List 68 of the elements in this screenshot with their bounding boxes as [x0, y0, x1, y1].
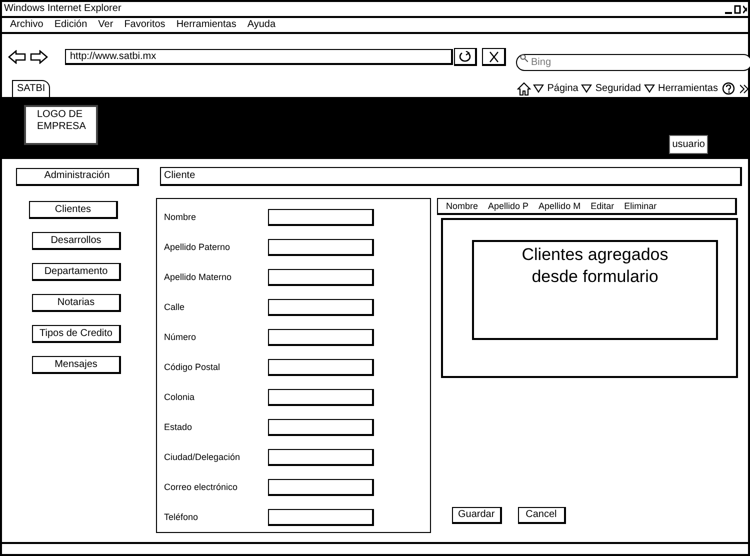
nav-button[interactable]: Tipos de Credito [32, 325, 121, 343]
field-label: Colonia [164, 392, 196, 402]
input-field[interactable] [268, 448, 374, 466]
field-label: Calle [164, 302, 186, 312]
maximize-icon[interactable] [734, 4, 741, 14]
input-field[interactable] [268, 418, 374, 436]
column-header: Nombre [446, 202, 478, 210]
address-field[interactable]: http://www.satbi.mx [65, 49, 453, 65]
nav-button[interactable]: Clientes [29, 201, 118, 219]
input-field[interactable] [268, 508, 374, 526]
column-header: Eliminar [624, 202, 657, 210]
back-arrow-icon[interactable] [8, 50, 26, 64]
stop-button[interactable] [482, 48, 506, 66]
command-menu[interactable]: Herramientas [658, 84, 718, 94]
action-button[interactable]: Cancel [518, 507, 566, 524]
field-label: Número [164, 332, 198, 342]
nav-button[interactable]: Departamento [32, 263, 121, 281]
window-title: Windows Internet Explorer [4, 4, 122, 14]
field-label: Ciudad/Delegación [164, 452, 242, 462]
close-icon [488, 50, 498, 62]
dropdown-triangle-icon[interactable] [581, 84, 592, 93]
menu-item[interactable]: Ver [98, 20, 114, 30]
field-label: Teléfono [164, 512, 200, 522]
dropdown-triangle-icon[interactable] [644, 84, 655, 93]
home-icon[interactable] [517, 82, 532, 96]
menu-item[interactable]: Favoritos [124, 20, 166, 30]
refresh-button[interactable] [454, 48, 477, 66]
command-menu[interactable]: Página [547, 84, 578, 94]
field-label: Apellido Paterno [164, 242, 232, 252]
input-field[interactable] [268, 238, 374, 256]
forward-arrow-icon[interactable] [30, 50, 48, 64]
field-label: Estado [164, 422, 194, 432]
field-label: Correo electrónico [164, 482, 239, 492]
help-icon[interactable] [722, 82, 735, 95]
refresh-icon [459, 51, 471, 62]
section-title: Cliente [164, 171, 196, 181]
close-icon[interactable] [743, 4, 747, 14]
logo-text: LOGO DE EMPRESA [37, 109, 85, 134]
field-label: Código Postal [164, 362, 222, 372]
input-field[interactable] [268, 388, 374, 406]
search-field[interactable]: Bing [516, 54, 750, 70]
field-label: Nombre [164, 212, 198, 222]
column-header: Apellido P [488, 202, 529, 210]
browser-tab[interactable]: SATBI [12, 80, 50, 97]
nav-button[interactable]: Mensajes [32, 356, 121, 374]
input-field[interactable] [268, 358, 374, 376]
user-button[interactable]: usuario [669, 135, 708, 154]
command-menu[interactable]: Seguridad [595, 84, 641, 94]
input-field[interactable] [268, 208, 374, 226]
menu-item[interactable]: Herramientas [176, 20, 236, 30]
input-field[interactable] [268, 298, 374, 316]
chevron-icon[interactable] [740, 84, 748, 94]
placeholder-text: Clientes agregados desde formulario [520, 244, 670, 288]
field-label: Apellido Materno [164, 272, 233, 282]
action-button[interactable]: Guardar [452, 507, 502, 524]
column-header: Editar [590, 202, 614, 210]
section-button[interactable]: Administración [16, 168, 139, 186]
menu-item[interactable]: Ayuda [247, 20, 276, 30]
column-header: Apellido M [538, 202, 581, 210]
menu-item[interactable]: Edición [54, 20, 88, 30]
nav-button[interactable]: Desarrollos [32, 232, 121, 250]
dropdown-triangle-icon[interactable] [533, 84, 544, 93]
search-icon [520, 54, 528, 62]
menu-item[interactable]: Archivo [10, 20, 44, 30]
input-field[interactable] [268, 268, 374, 286]
input-field[interactable] [268, 478, 374, 496]
nav-button[interactable]: Notarias [32, 294, 121, 312]
input-field[interactable] [268, 328, 374, 346]
